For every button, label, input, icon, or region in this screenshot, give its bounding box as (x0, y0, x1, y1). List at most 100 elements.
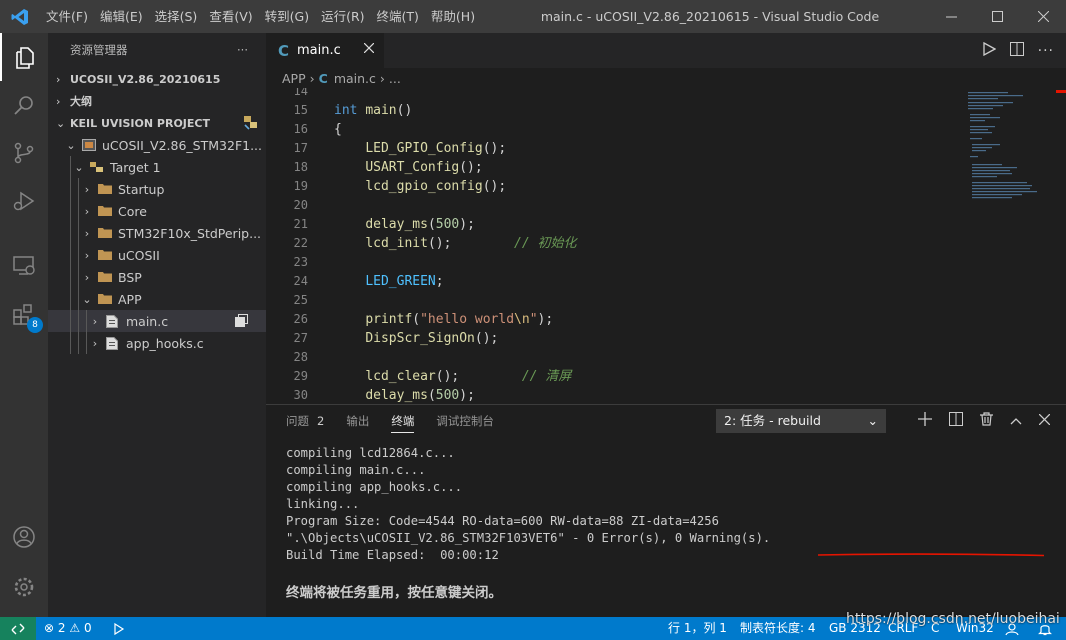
minimize-button[interactable] (928, 0, 974, 33)
menu-selection[interactable]: 选择(S) (149, 0, 204, 33)
code-line: 25 (266, 291, 308, 310)
indentation-status[interactable]: 制表符长度: 4 (740, 617, 816, 640)
gear-icon (14, 577, 34, 597)
problems-status[interactable]: ⊗ 2 ⚠ 0 (44, 617, 92, 640)
code-token: lcd_gpio_config (365, 179, 483, 194)
code-line: 19 lcd_gpio_config(); (266, 177, 507, 196)
menu-help[interactable]: 帮助(H) (425, 0, 481, 33)
breadcrumb-folder[interactable]: APP (282, 71, 306, 86)
tab-main-c[interactable]: C main.c (266, 33, 384, 68)
code-line: 14 (266, 88, 308, 101)
tree-label: APP (118, 291, 142, 307)
cursor-position[interactable]: 行 1，列 1 (668, 617, 727, 640)
tree-group-stdperiph[interactable]: › STM32F10x_StdPerip... (48, 222, 266, 244)
terminal-line: ".\Objects\uCOSII_V2.86_STM32F103VET6" -… (286, 531, 771, 545)
code-token: (); (459, 160, 483, 175)
code-line: 26 printf("hello world\n"); (266, 310, 554, 329)
menu-go[interactable]: 转到(G) (259, 0, 315, 33)
activity-bar: 8 (0, 33, 48, 617)
tree-label: Core (118, 203, 147, 219)
code-line: 22 lcd_init(); // 初始化 (266, 234, 577, 253)
source-control-icon (14, 142, 34, 164)
terminal-line: linking... (286, 497, 360, 511)
new-terminal-button[interactable] (918, 412, 932, 430)
tree-label: Startup (118, 181, 165, 197)
line-source: printf("hello world\n"); (334, 310, 553, 329)
section-outline[interactable]: › 大纲 (48, 90, 266, 112)
manage-activity[interactable] (0, 563, 48, 611)
code-editor[interactable]: 14 15 int main() 16{17 LED_GPIO_Config(); 18… (266, 88, 966, 404)
code-token: ( (412, 312, 421, 327)
tab-problems[interactable]: 问题 2 (286, 405, 324, 437)
terminal-output[interactable]: compiling lcd12864.c... compiling main.c… (286, 445, 1056, 564)
remote-indicator[interactable] (0, 617, 36, 640)
section-keil-project[interactable]: ⌄ KEIL UVISION PROJECT (48, 112, 266, 134)
tree-file-app-hooks[interactable]: › app_hooks.c (48, 332, 266, 354)
code-token: ); (459, 217, 475, 232)
tab-output[interactable]: 输出 (346, 405, 369, 437)
close-window-button[interactable] (1020, 0, 1066, 33)
breadcrumb-file[interactable]: main.c (334, 71, 376, 86)
chevron-right-icon: › (56, 72, 61, 86)
code-token: ; (435, 274, 444, 289)
breadcrumb-symbol[interactable]: ... (389, 71, 401, 86)
open-copy-icon[interactable] (235, 314, 248, 330)
line-source: { (334, 120, 342, 139)
section-workspace[interactable]: › UCOSII_V2.86_20210615 (48, 68, 266, 90)
code-line: 30 delay_ms(500); (266, 386, 475, 404)
code-token: (); (482, 141, 507, 156)
terminal-select-dropdown[interactable]: 2: 任务 - rebuild ⌄ (716, 409, 886, 433)
tree-group-app[interactable]: ⌄ APP (48, 288, 266, 310)
folder-icon (98, 271, 112, 283)
tab-debug-console[interactable]: 调试控制台 (436, 405, 494, 437)
menu-view[interactable]: 查看(V) (203, 0, 258, 33)
kill-terminal-button[interactable] (980, 412, 993, 430)
terminal-line: compiling app_hooks.c... (286, 480, 463, 494)
tree-group-startup[interactable]: › Startup (48, 178, 266, 200)
code-token: LED_GREEN (365, 274, 436, 289)
watermark-text: https://blog.csdn.net/luobeihai (846, 611, 1060, 627)
menu-run[interactable]: 运行(R) (315, 0, 370, 33)
debug-launch-status[interactable] (111, 617, 125, 640)
search-activity[interactable] (0, 81, 48, 129)
accounts-activity[interactable] (0, 513, 48, 561)
chevron-right-icon: › (92, 336, 98, 350)
extensions-activity[interactable]: 8 (0, 291, 48, 339)
c-file-icon: C (278, 41, 290, 60)
tab-terminal[interactable]: 终端 (391, 405, 415, 437)
editor-more-button[interactable]: ··· (1038, 43, 1054, 59)
chevron-right-icon: › (84, 182, 90, 196)
tab-label: 问题 (286, 414, 309, 428)
close-tab-button[interactable] (363, 42, 375, 57)
code-line: 27 DispScr_SignOn(); (266, 329, 499, 348)
menu-file[interactable]: 文件(F) (40, 0, 94, 33)
minimap[interactable] (966, 88, 1066, 404)
maximize-button[interactable] (974, 0, 1020, 33)
split-terminal-button[interactable] (949, 412, 963, 430)
breadcrumb-separator-icon: › (309, 70, 315, 86)
maximize-panel-button[interactable] (1010, 414, 1022, 429)
tree-project[interactable]: ⌄ uCOSII_V2.86_STM32F1... (48, 134, 266, 156)
code-token: lcd_init (365, 236, 428, 251)
minimize-icon (945, 16, 957, 18)
explorer-activity[interactable] (0, 33, 48, 81)
source-control-activity[interactable] (0, 129, 48, 177)
tree-target[interactable]: ⌄ Target 1 (48, 156, 266, 178)
split-editor-button[interactable] (1009, 41, 1024, 60)
menu-terminal[interactable]: 终端(T) (371, 0, 425, 33)
menu-edit[interactable]: 编辑(E) (94, 0, 149, 33)
build-action-icon[interactable] (243, 115, 259, 134)
close-panel-button[interactable] (1038, 413, 1051, 429)
remote-explorer-activity[interactable] (0, 241, 48, 289)
explorer-more-actions-button[interactable]: ··· (237, 43, 248, 57)
tree-group-core[interactable]: › Core (48, 200, 266, 222)
run-debug-activity[interactable] (0, 177, 48, 225)
run-button[interactable] (982, 41, 996, 60)
tree-file-main[interactable]: › main.c (48, 310, 266, 332)
code-token: LED_GPIO_Config (365, 141, 483, 156)
tree-group-ucosii[interactable]: › uCOSII (48, 244, 266, 266)
chevron-down-icon: ⌄ (74, 160, 84, 174)
tree-group-bsp[interactable]: › BSP (48, 266, 266, 288)
code-token: ( (427, 217, 436, 232)
